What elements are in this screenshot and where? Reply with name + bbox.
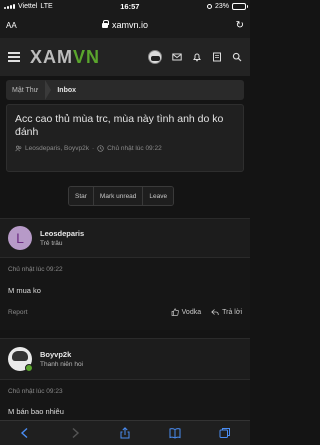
author-title: Thanh niên hoi (40, 361, 84, 368)
status-bar: Viettel LTE 16:57 23% (0, 0, 250, 12)
message-author-block: Boyvp2k Thanh niên hoi (0, 338, 250, 380)
signal-icon (4, 3, 15, 9)
message-body: Chủ nhật lúc 09:23 M bán bao nhiêu (0, 380, 250, 420)
reload-icon[interactable]: ↻ (220, 20, 244, 31)
author-username[interactable]: Leosdeparis (40, 229, 84, 238)
avatar[interactable]: L (8, 226, 32, 250)
message-timestamp[interactable]: Chủ nhật lúc 09:23 (8, 388, 242, 395)
participants-icon (15, 145, 22, 152)
thumbs-up-icon (171, 308, 179, 316)
battery-icon (232, 2, 248, 10)
online-indicator (25, 364, 33, 372)
meta-separator: · (91, 145, 95, 152)
message-timestamp[interactable]: Chủ nhật lúc 09:22 (8, 266, 242, 273)
message-body: Chủ nhật lúc 09:22 M mua ko Report Vodka… (0, 258, 250, 330)
message-footer: Report Vodka Trả lời (8, 308, 242, 316)
carrier-label: Viettel (18, 2, 38, 10)
url-field[interactable]: xamvn.io (30, 19, 220, 30)
thread-meta: Leosdeparis, Boyvp2k · Chủ nhật lúc 09:2… (15, 145, 235, 152)
reader-settings-button[interactable]: AA (6, 21, 30, 30)
status-right: 23% (206, 2, 248, 10)
leave-button[interactable]: Leave (143, 187, 174, 205)
tabs-icon[interactable] (216, 424, 234, 442)
report-link[interactable]: Report (8, 309, 28, 316)
thread-actions: Star Mark unread Leave (68, 186, 175, 206)
mark-unread-button[interactable]: Mark unread (93, 187, 144, 205)
battery-percent: 23% (214, 2, 229, 10)
star-button[interactable]: Star (69, 187, 94, 205)
message-author-block: L Leosdeparis Trẻ trâu (0, 218, 250, 258)
share-icon[interactable] (116, 424, 134, 442)
breadcrumb-item-mat-thu[interactable]: Mật Thư (6, 80, 45, 100)
thread-participants[interactable]: Leosdeparis, Boyvp2k (25, 145, 89, 152)
thread-header: Acc cao thủ mùa trc, mùa này tình anh do… (6, 104, 244, 172)
logo-text-right: VN (73, 46, 101, 67)
breadcrumb: Mật Thư Inbox (6, 80, 244, 100)
site-logo[interactable]: XAMVN (30, 47, 100, 68)
bookmarks-book-icon[interactable] (166, 424, 184, 442)
browser-toolbar (0, 420, 250, 445)
thread-title: Acc cao thủ mùa trc, mùa này tình anh do… (15, 113, 224, 138)
address-bar[interactable]: AA xamvn.io ↻ (0, 12, 250, 38)
reply-label: Trả lời (222, 308, 242, 316)
rotation-lock-icon (206, 3, 212, 9)
reply-button[interactable]: Trả lời (211, 308, 242, 316)
forward-icon[interactable] (66, 424, 84, 442)
breadcrumb-item-inbox[interactable]: Inbox (51, 80, 83, 100)
back-icon[interactable] (16, 424, 34, 442)
search-icon[interactable] (232, 52, 242, 62)
bookmarks-icon[interactable] (212, 52, 222, 62)
status-left: Viettel LTE (4, 3, 53, 10)
site-header: XAMVN (0, 38, 250, 76)
author-username[interactable]: Boyvp2k (40, 350, 83, 359)
header-icons (148, 50, 242, 64)
menu-icon[interactable] (8, 52, 20, 62)
user-avatar-icon[interactable] (148, 50, 162, 64)
author-title: Trẻ trâu (40, 240, 63, 247)
react-label: Vodka (181, 308, 202, 316)
message-text: M mua ko (8, 286, 41, 295)
network-label: LTE (40, 2, 53, 10)
lock-icon (101, 19, 109, 28)
url-text: xamvn.io (111, 20, 148, 30)
clock: 16:57 (120, 1, 140, 11)
message-actions: Vodka Trả lời (171, 308, 242, 316)
alerts-bell-icon[interactable] (192, 52, 202, 62)
reply-icon (211, 309, 219, 316)
react-button[interactable]: Vodka (171, 308, 201, 316)
message-text: M bán bao nhiêu (8, 407, 64, 416)
avatar[interactable] (8, 347, 33, 372)
inbox-icon[interactable] (172, 52, 182, 62)
clock-icon (97, 145, 104, 152)
thread-date: Chủ nhật lúc 09:22 (107, 145, 162, 152)
logo-text-left: XAM (30, 46, 73, 67)
